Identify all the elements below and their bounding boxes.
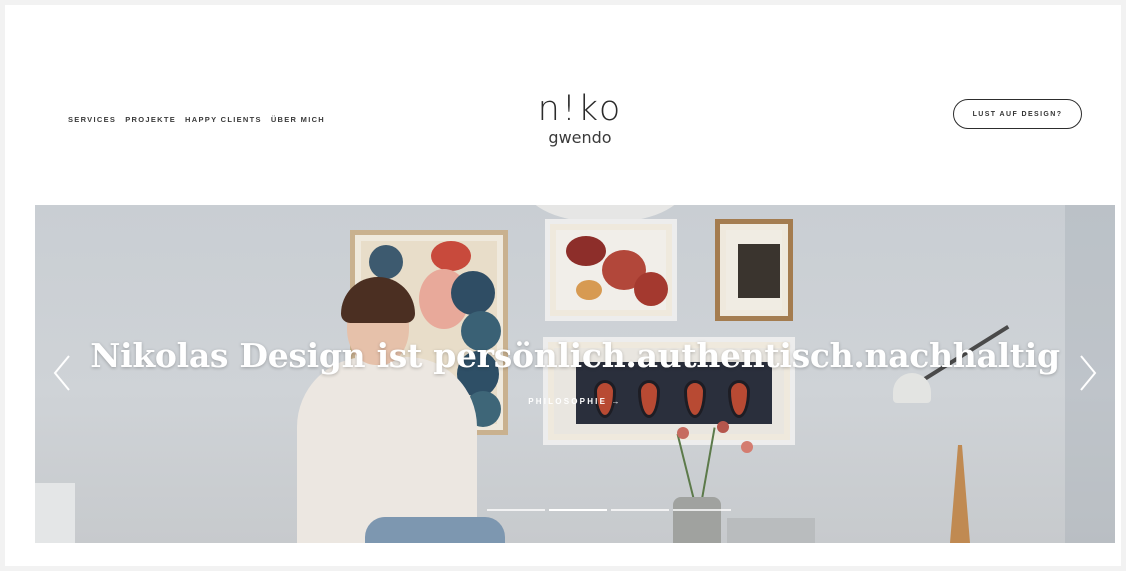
nav-item-happy-clients[interactable]: HAPPY CLIENTS — [185, 115, 262, 124]
hero-headline: Nikolas Design ist persönlich.authentisc… — [90, 336, 1060, 375]
slider-next-button[interactable] — [1077, 353, 1099, 393]
slider-prev-button[interactable] — [51, 353, 73, 393]
hero-vase — [673, 497, 721, 543]
contact-cta-button[interactable]: LUST AUF DESIGN? — [953, 99, 1082, 129]
slider-dot[interactable] — [487, 509, 545, 511]
hero-side-box — [727, 518, 815, 543]
hero-flower — [717, 421, 729, 433]
chevron-left-icon — [53, 355, 70, 391]
nav-item-ueber-mich[interactable]: ÜBER MICH — [271, 115, 325, 124]
slider-pagination — [487, 509, 731, 511]
hero-lamp-stand — [950, 445, 970, 543]
nav-item-services[interactable]: SERVICES — [68, 115, 116, 124]
site-logo[interactable]: n!ko gwendo — [525, 91, 635, 147]
hero-slider: Nikolas Design ist persönlich.authentisc… — [35, 205, 1115, 543]
main-nav: SERVICES PROJEKTE HAPPY CLIENTS ÜBER MIC… — [68, 115, 325, 124]
hero-person-jeans — [365, 517, 505, 543]
slider-dot[interactable] — [611, 509, 669, 511]
hero-flower — [677, 427, 689, 439]
philosophie-link[interactable]: PHILOSOPHIE → — [35, 397, 1115, 406]
logo-subtitle: gwendo — [548, 128, 612, 147]
hero-artwork-flowers — [545, 219, 677, 321]
hero-radiator — [35, 483, 75, 543]
slider-dot[interactable] — [673, 509, 731, 511]
hero-person-body — [297, 357, 477, 543]
hero-flower — [741, 441, 753, 453]
page: SERVICES PROJEKTE HAPPY CLIENTS ÜBER MIC… — [5, 5, 1121, 566]
logo-wordmark: n!ko — [537, 89, 623, 129]
nav-item-projekte[interactable]: PROJEKTE — [125, 115, 176, 124]
hero-artwork-portrait — [715, 219, 793, 321]
slider-dot[interactable] — [549, 509, 607, 511]
chevron-right-icon — [1080, 355, 1097, 391]
